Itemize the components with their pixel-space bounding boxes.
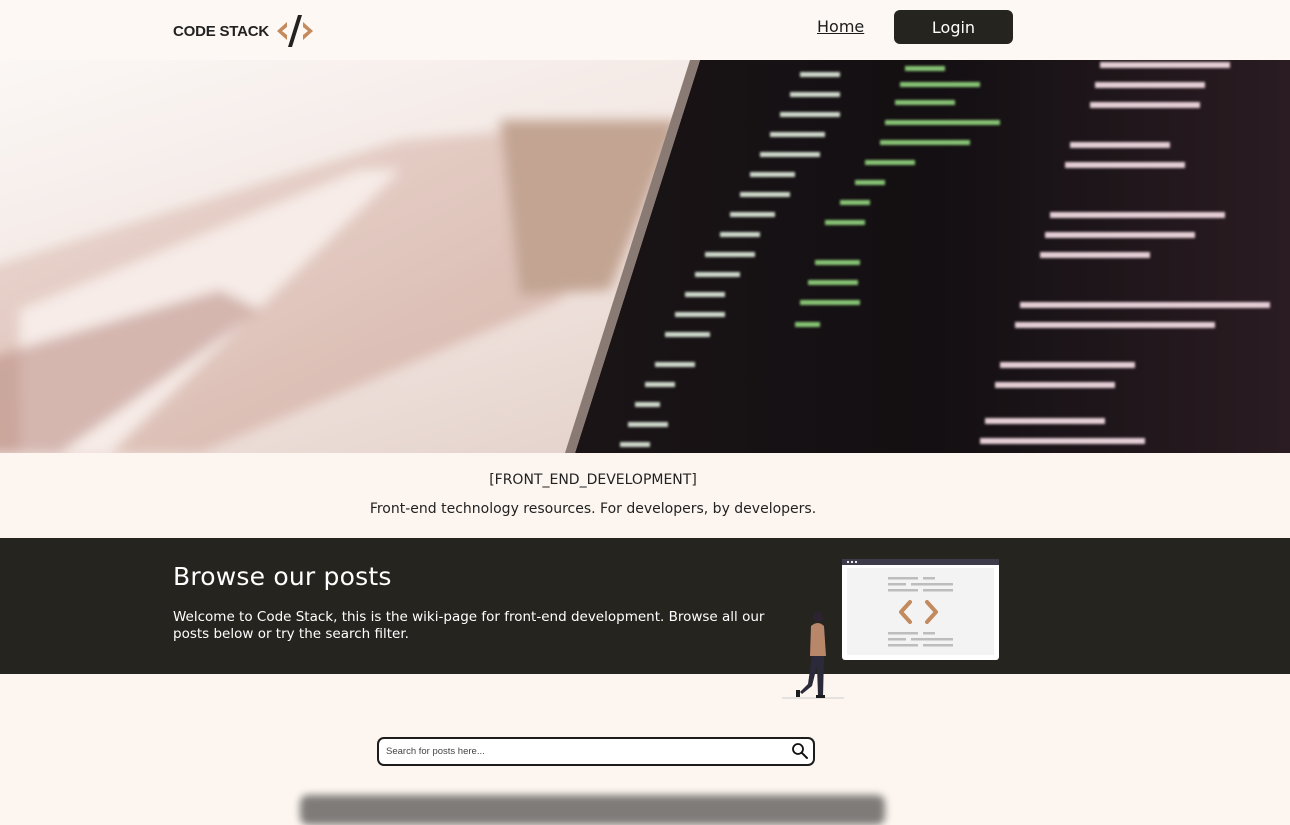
section-subtitle: Front-end technology resources. For deve… — [369, 501, 817, 517]
logo-text: CODE STACK — [173, 22, 270, 40]
nav-home-link[interactable]: Home — [817, 17, 864, 36]
browse-description: Welcome to Code Stack, this is the wiki-… — [173, 609, 765, 642]
hero-image — [0, 60, 1290, 453]
search-bar — [377, 737, 815, 766]
navbar: CODE STACK Home Login — [0, 0, 1290, 60]
browse-title: Browse our posts — [173, 562, 392, 591]
login-button[interactable]: Login — [894, 10, 1013, 44]
section-heading: [FRONT_END_DEVELOPMENT] — [489, 472, 697, 488]
browse-section: Browse our posts Welcome to Code Stack, … — [0, 538, 1290, 674]
developer-illustration — [782, 559, 999, 699]
search-icon[interactable] — [791, 742, 809, 760]
laptop-code-photo — [0, 60, 1290, 453]
code-slash-icon — [277, 15, 314, 47]
search-input[interactable] — [386, 741, 781, 762]
site-logo[interactable]: CODE STACK — [173, 14, 317, 48]
